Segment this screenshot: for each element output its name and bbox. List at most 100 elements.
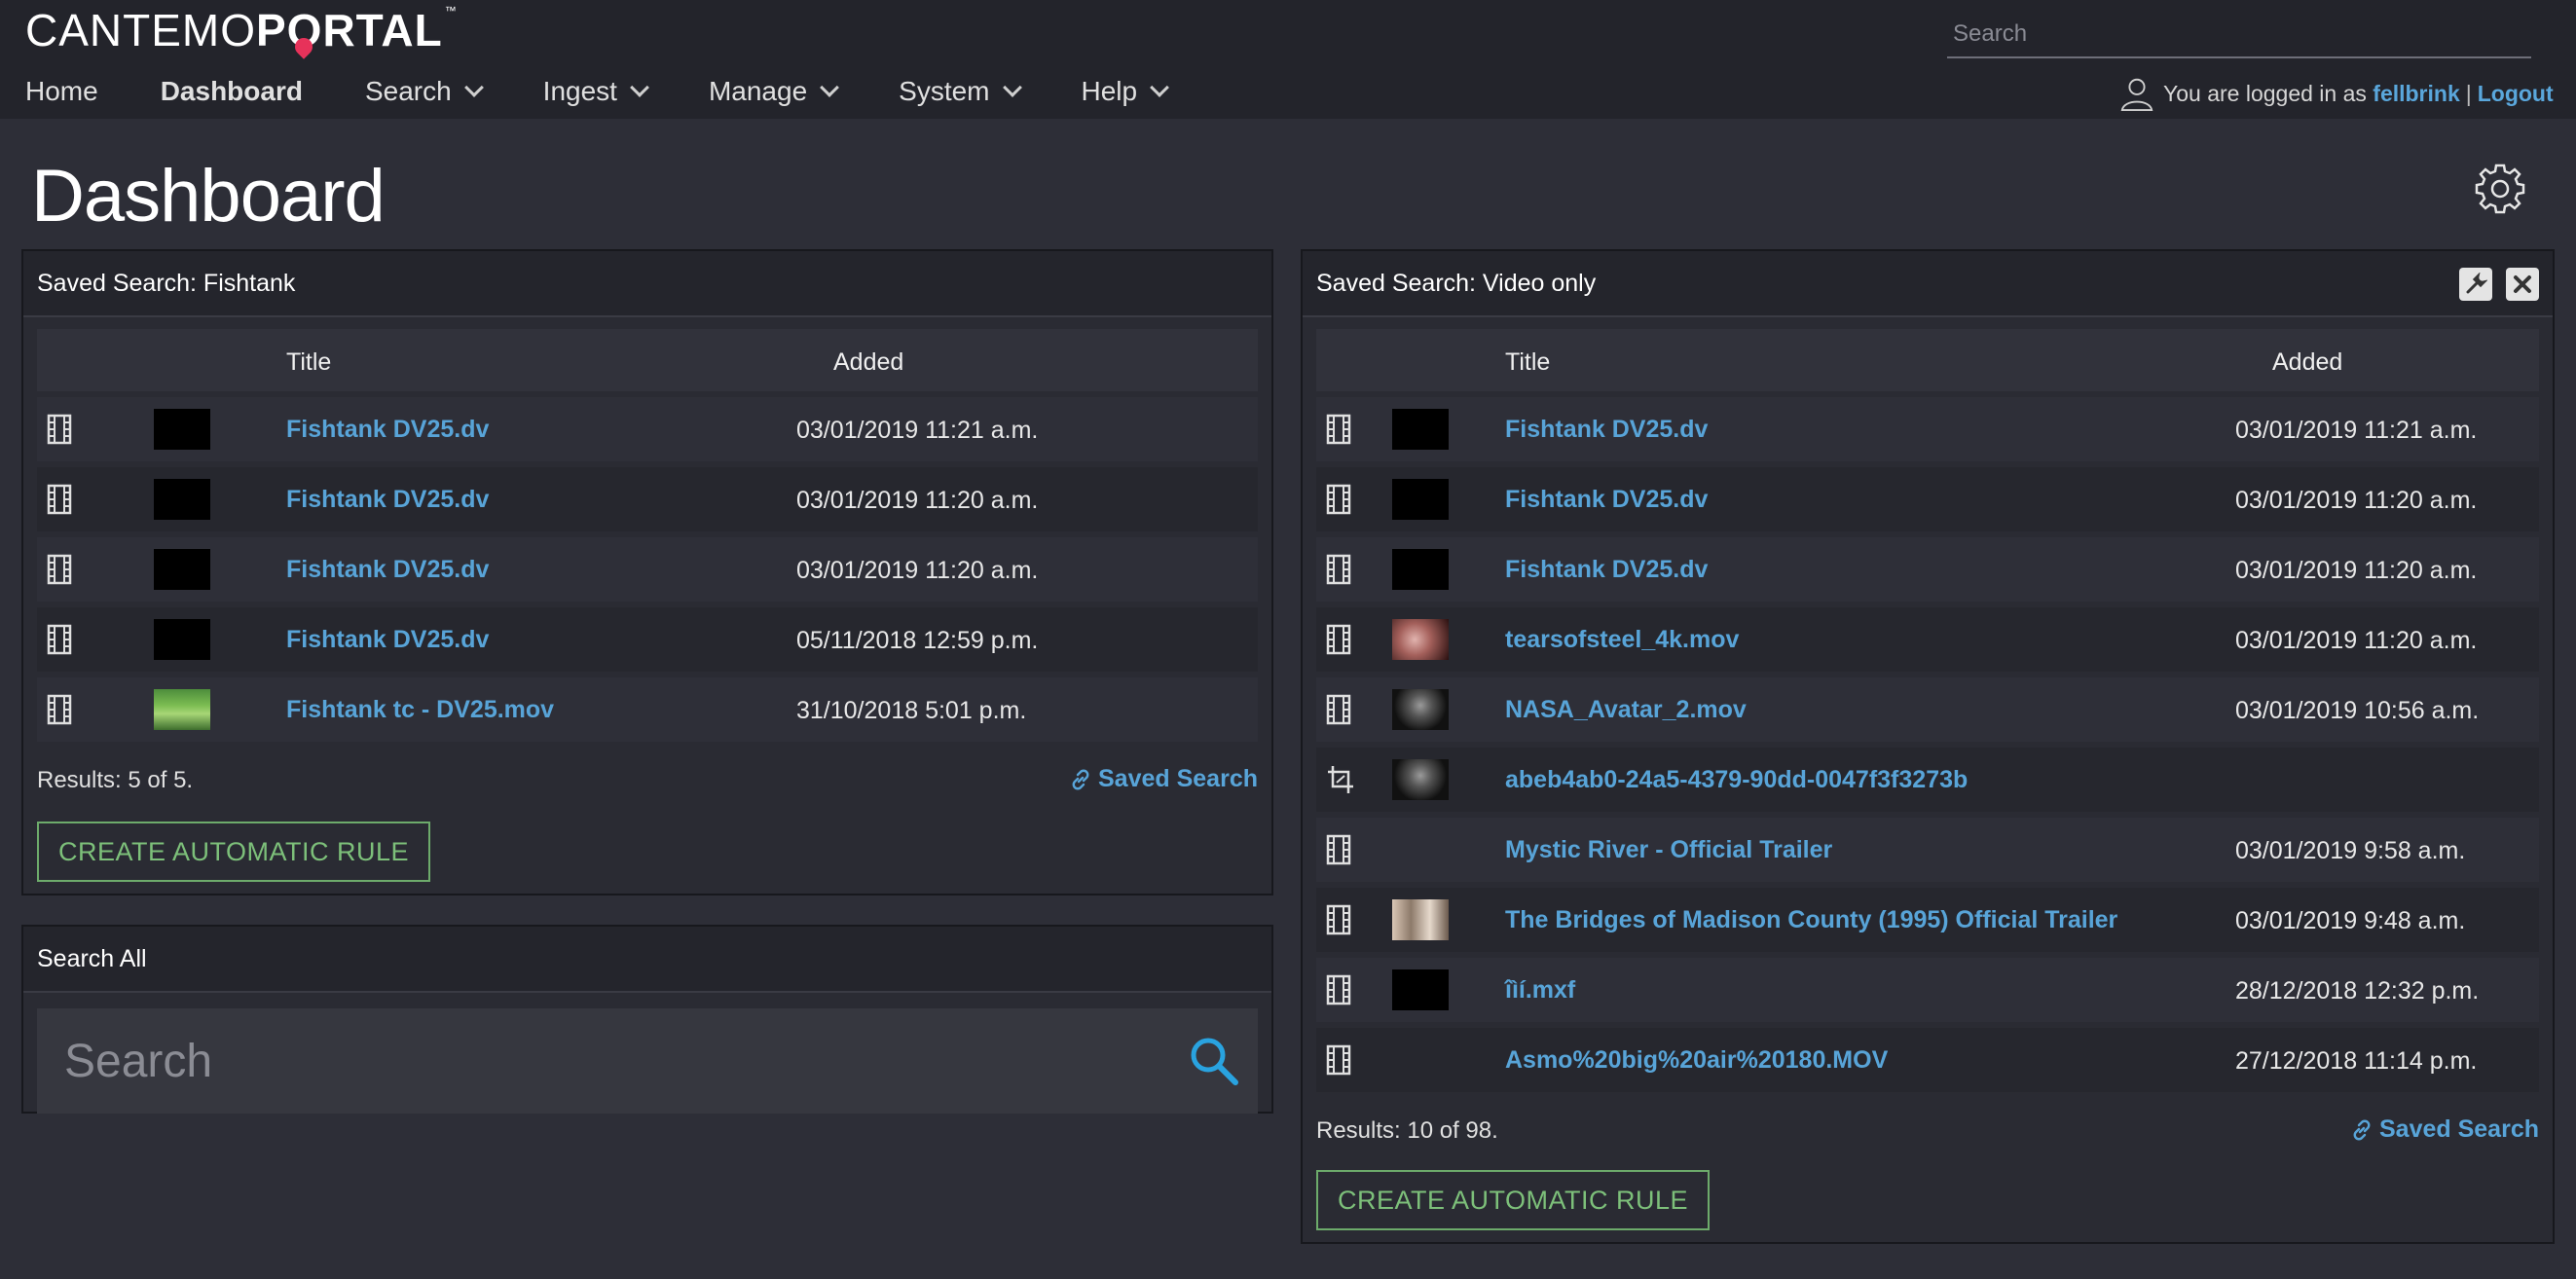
logo-text-bold: PORTAL: [256, 5, 443, 59]
film-icon: [47, 414, 72, 445]
panel-saved-search-fishtank: Saved Search: Fishtank Title Added Fisht…: [21, 249, 1273, 895]
table-row[interactable]: Fishtank DV25.dv 05/11/2018 12:59 p.m.: [37, 607, 1258, 672]
asset-title-link[interactable]: Fishtank DV25.dv: [286, 626, 489, 654]
nav-item-label: Home: [25, 76, 98, 106]
nav-item-home[interactable]: Home: [25, 76, 98, 107]
thumbnail[interactable]: [154, 479, 210, 520]
film-icon: [1326, 414, 1351, 445]
cantemo-portal-logo[interactable]: CANTEMOPORTAL ™: [25, 4, 458, 59]
table-row[interactable]: Fishtank tc - DV25.mov 31/10/2018 5:01 p.…: [37, 677, 1258, 742]
column-title-header[interactable]: Title: [286, 348, 331, 377]
chevron-down-icon: [463, 78, 484, 97]
thumbnail[interactable]: [1392, 479, 1449, 520]
asset-title-link[interactable]: Fishtank DV25.dv: [286, 416, 489, 444]
user-icon: [2120, 78, 2153, 112]
logged-in-label: You are logged in as: [2163, 80, 2367, 106]
film-icon: [1326, 1044, 1351, 1076]
asset-title-link[interactable]: The Bridges of Madison County (1995) Off…: [1505, 906, 2117, 934]
thumbnail[interactable]: [1392, 549, 1449, 590]
thumbnail[interactable]: [1392, 899, 1449, 940]
table-header: Title Added: [37, 329, 1258, 391]
asset-title-link[interactable]: NASA_Avatar_2.mov: [1505, 696, 1747, 724]
thumbnail[interactable]: [1392, 689, 1449, 730]
thumbnail[interactable]: [154, 689, 210, 730]
table-row[interactable]: îìí.mxf 28/12/2018 12:32 p.m.: [1316, 958, 2539, 1022]
search-all-input[interactable]: [37, 1008, 1170, 1114]
film-icon: [1326, 484, 1351, 515]
thumbnail[interactable]: [1392, 969, 1449, 1010]
thumbnail[interactable]: [154, 409, 210, 450]
logout-link[interactable]: Logout: [2478, 81, 2554, 107]
nav-item-search[interactable]: Search: [365, 76, 484, 107]
thumbnail[interactable]: [1392, 619, 1449, 660]
asset-title-link[interactable]: Fishtank DV25.dv: [1505, 416, 1708, 444]
global-search-input[interactable]: [1947, 12, 2531, 58]
wrench-icon: [2466, 273, 2487, 294]
asset-title-link[interactable]: Fishtank DV25.dv: [286, 556, 489, 584]
results-count: Results: 5 of 5.: [37, 767, 194, 793]
username-link[interactable]: fellbrink: [2373, 81, 2459, 107]
logo-trademark: ™: [444, 4, 458, 18]
table-row[interactable]: Fishtank DV25.dv 03/01/2019 11:21 a.m.: [37, 397, 1258, 461]
panel-title: Saved Search: Fishtank: [37, 269, 296, 297]
table-row[interactable]: The Bridges of Madison County (1995) Off…: [1316, 888, 2539, 952]
edit-panel-button[interactable]: [2459, 268, 2492, 301]
added-date: 03/01/2019 11:21 a.m.: [2235, 417, 2478, 444]
saved-search-link[interactable]: Saved Search: [1069, 765, 1258, 793]
table-row[interactable]: Fishtank DV25.dv 03/01/2019 11:21 a.m.: [1316, 397, 2539, 461]
search-button[interactable]: [1170, 1008, 1258, 1114]
table-row[interactable]: Fishtank DV25.dv 03/01/2019 11:20 a.m.: [37, 537, 1258, 602]
top-bar: CANTEMOPORTAL™ Home Dashboard Search Ingest…: [0, 0, 2576, 119]
film-icon: [1326, 694, 1351, 725]
film-icon: [1326, 624, 1351, 655]
asset-title-link[interactable]: Fishtank tc - DV25.mov: [286, 696, 554, 724]
nav-item-system[interactable]: System: [899, 76, 1022, 107]
nav-item-ingest[interactable]: Ingest: [542, 76, 649, 107]
column-added-header[interactable]: Added: [833, 348, 903, 377]
asset-title-link[interactable]: tearsofsteel_4k.mov: [1505, 626, 1739, 654]
thumbnail[interactable]: [1392, 759, 1449, 800]
thumbnail[interactable]: [154, 549, 210, 590]
added-date: 03/01/2019 11:20 a.m.: [796, 557, 1039, 584]
film-icon: [1326, 554, 1351, 585]
table-row[interactable]: Mystic River - Official Trailer 03/01/201…: [1316, 818, 2539, 882]
nav-item-manage[interactable]: Manage: [709, 76, 840, 107]
thumbnail[interactable]: [154, 619, 210, 660]
asset-title-link[interactable]: Fishtank DV25.dv: [1505, 556, 1708, 584]
table-row[interactable]: Fishtank DV25.dv 03/01/2019 11:20 a.m.: [1316, 537, 2539, 602]
create-automatic-rule-button[interactable]: CREATE AUTOMATIC RULE: [37, 822, 431, 882]
asset-title-link[interactable]: Mystic River - Official Trailer: [1505, 836, 1832, 864]
asset-title-link[interactable]: Fishtank DV25.dv: [1505, 486, 1708, 514]
added-date: 05/11/2018 12:59 p.m.: [796, 627, 1039, 654]
create-automatic-rule-button[interactable]: CREATE AUTOMATIC RULE: [1316, 1170, 1711, 1230]
table-row[interactable]: NASA_Avatar_2.mov 03/01/2019 10:56 a.m.: [1316, 677, 2539, 742]
added-date: 31/10/2018 5:01 p.m.: [796, 697, 1027, 724]
asset-title-link[interactable]: îìí.mxf: [1505, 976, 1575, 1005]
saved-search-link[interactable]: Saved Search: [2350, 1115, 2539, 1144]
close-panel-button[interactable]: [2506, 268, 2539, 301]
asset-title-link[interactable]: Asmo%20big%20air%20180.MOV: [1505, 1046, 1888, 1075]
column-added-header[interactable]: Added: [2272, 348, 2342, 377]
table-row[interactable]: tearsofsteel_4k.mov 03/01/2019 11:20 a.m.: [1316, 607, 2539, 672]
nav-item-dashboard[interactable]: Dashboard: [161, 76, 303, 107]
gear-icon[interactable]: [2473, 162, 2527, 216]
nav-item-help[interactable]: Help: [1082, 76, 1169, 107]
film-icon: [47, 624, 72, 655]
asset-title-link[interactable]: Fishtank DV25.dv: [286, 486, 489, 514]
saved-search-label: Saved Search: [2379, 1115, 2539, 1143]
nav-item-label: Ingest: [542, 76, 617, 106]
search-all-box: [37, 1008, 1258, 1114]
results-table: Title Added Fishtank DV25.dv 03/01/2019 1…: [1316, 329, 2539, 1092]
saved-search-label: Saved Search: [1098, 765, 1258, 792]
table-row[interactable]: abeb4ab0-24a5-4379-90dd-0047f3f3273b: [1316, 748, 2539, 812]
table-row[interactable]: Fishtank DV25.dv 03/01/2019 11:20 a.m.: [37, 467, 1258, 531]
film-icon: [1326, 904, 1351, 935]
added-date: 03/01/2019 11:20 a.m.: [2235, 557, 2478, 584]
added-date: 03/01/2019 11:20 a.m.: [2235, 627, 2478, 654]
column-title-header[interactable]: Title: [1505, 348, 1550, 377]
asset-title-link[interactable]: abeb4ab0-24a5-4379-90dd-0047f3f3273b: [1505, 766, 1968, 794]
table-row[interactable]: Asmo%20big%20air%20180.MOV 27/12/2018 11:…: [1316, 1028, 2539, 1092]
table-row[interactable]: Fishtank DV25.dv 03/01/2019 11:20 a.m.: [1316, 467, 2539, 531]
thumbnail[interactable]: [1392, 409, 1449, 450]
film-icon: [1326, 834, 1351, 865]
